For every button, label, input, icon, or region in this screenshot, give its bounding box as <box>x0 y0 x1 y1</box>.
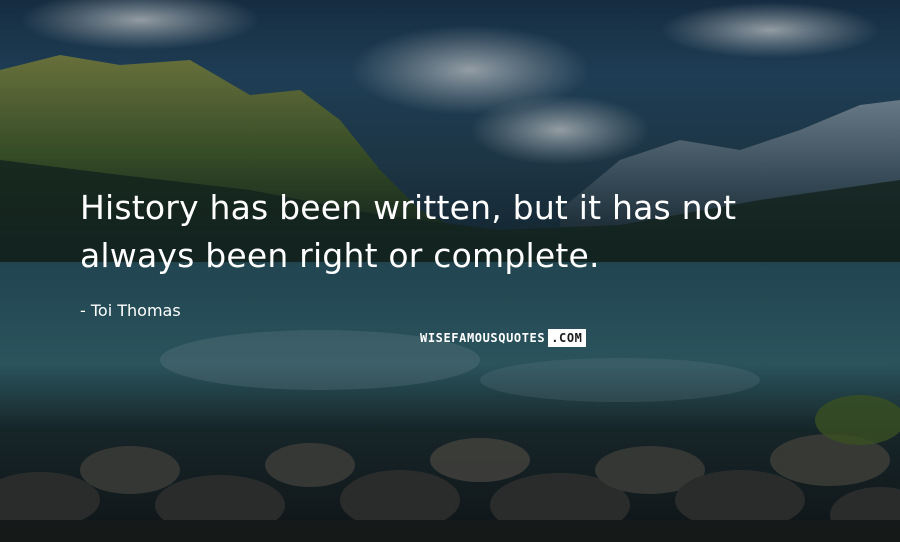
watermark-main: WISEFAMOUSQUOTES <box>420 331 546 345</box>
quote-line-1: History has been written, but it has not <box>80 188 737 227</box>
quote-line-2: always been right or complete. <box>80 236 600 275</box>
watermark-logo: WISEFAMOUSQUOTES .COM <box>420 329 586 347</box>
quote-card: History has been written, but it has not… <box>0 0 900 542</box>
quote-text: History has been written, but it has not… <box>80 184 860 280</box>
quote-author: - Toi Thomas <box>80 301 181 320</box>
watermark-suffix: .COM <box>548 329 586 347</box>
